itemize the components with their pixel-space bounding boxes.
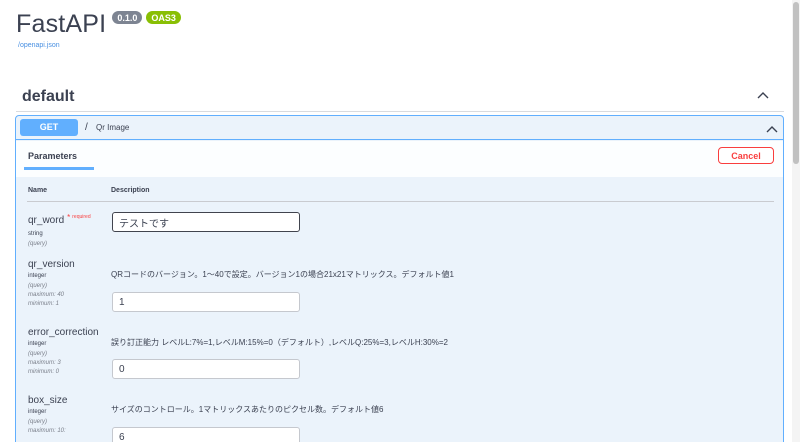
param-minimum: minimum: 1 <box>28 301 60 307</box>
qr-word-input[interactable] <box>112 212 300 232</box>
param-description: サイズのコントロール。1マトリックスあたりのピクセル数。デフォルト値6 <box>111 405 384 414</box>
cancel-button[interactable]: Cancel <box>718 147 774 164</box>
app-title: FastAPI <box>16 10 107 38</box>
openapi-json-link[interactable]: /openapi.json <box>18 42 181 49</box>
chevron-up-icon[interactable] <box>765 124 779 134</box>
parameters-header: Parameters Cancel <box>16 141 783 177</box>
column-header-description: Description <box>111 187 150 194</box>
tag-section-header[interactable]: default <box>16 80 784 112</box>
operation-path[interactable]: / <box>85 122 88 133</box>
tab-parameters[interactable]: Parameters <box>28 151 77 161</box>
param-name: error_correction <box>28 327 99 338</box>
tab-active-indicator <box>24 167 94 170</box>
required-star: * <box>67 213 71 222</box>
param-box-size: box_size integer (query) maximum: 10: <box>28 395 67 436</box>
header-divider <box>27 201 774 202</box>
title-row: FastAPI 0.1.0 OAS3 <box>16 10 181 39</box>
param-in: (query) <box>28 241 48 247</box>
required-label: required <box>72 214 91 220</box>
param-name-row: qr_word * required <box>28 210 91 228</box>
param-type: integer <box>28 409 47 415</box>
param-qr-version: qr_version integer (query) maximum: 40 m… <box>28 259 75 309</box>
param-type: integer <box>28 273 47 279</box>
param-maximum: maximum: 40 <box>28 292 65 298</box>
param-error-correction: error_correction integer (query) maximum… <box>28 327 99 377</box>
chevron-up-icon[interactable] <box>756 90 770 100</box>
scrollbar-thumb[interactable] <box>793 2 799 164</box>
param-in: (query) <box>28 283 48 289</box>
param-in: (query) <box>28 351 48 357</box>
param-maximum: maximum: 3 <box>28 360 61 366</box>
param-name: box_size <box>28 395 68 406</box>
error-correction-input[interactable] <box>112 359 300 379</box>
column-header-name: Name <box>28 187 48 194</box>
param-name: qr_word <box>28 215 65 226</box>
param-qr-word: qr_word * required string (query) <box>28 210 91 249</box>
qr-version-input[interactable] <box>112 292 300 312</box>
oas-badge: OAS3 <box>146 11 181 24</box>
param-type: string <box>28 231 43 237</box>
box-size-input[interactable] <box>112 427 300 442</box>
operation-summary[interactable]: GET / Qr Image <box>16 116 783 140</box>
method-badge[interactable]: GET <box>20 119 78 136</box>
param-description: QRコードのバージョン。1〜40で設定。バージョン1の場合21x21マトリックス… <box>111 270 454 279</box>
page-scrollbar[interactable] <box>792 0 800 442</box>
version-badge: 0.1.0 <box>112 11 143 24</box>
param-minimum: minimum: 0 <box>28 369 60 375</box>
param-name: qr_version <box>28 259 75 270</box>
param-in: (query) <box>28 419 48 425</box>
tag-title: default <box>22 88 75 105</box>
operation-block: GET / Qr Image Parameters Cancel Name De… <box>15 115 784 442</box>
operation-summary-text[interactable]: Qr Image <box>96 123 129 132</box>
api-info: FastAPI 0.1.0 OAS3 /openapi.json <box>16 10 181 49</box>
param-maximum: maximum: 10: <box>28 428 66 434</box>
param-type: integer <box>28 341 47 347</box>
param-description: 誤り訂正能力 レベルL:7%=1,レベルM:15%=0（デフォルト）,レベルQ:… <box>111 338 448 347</box>
